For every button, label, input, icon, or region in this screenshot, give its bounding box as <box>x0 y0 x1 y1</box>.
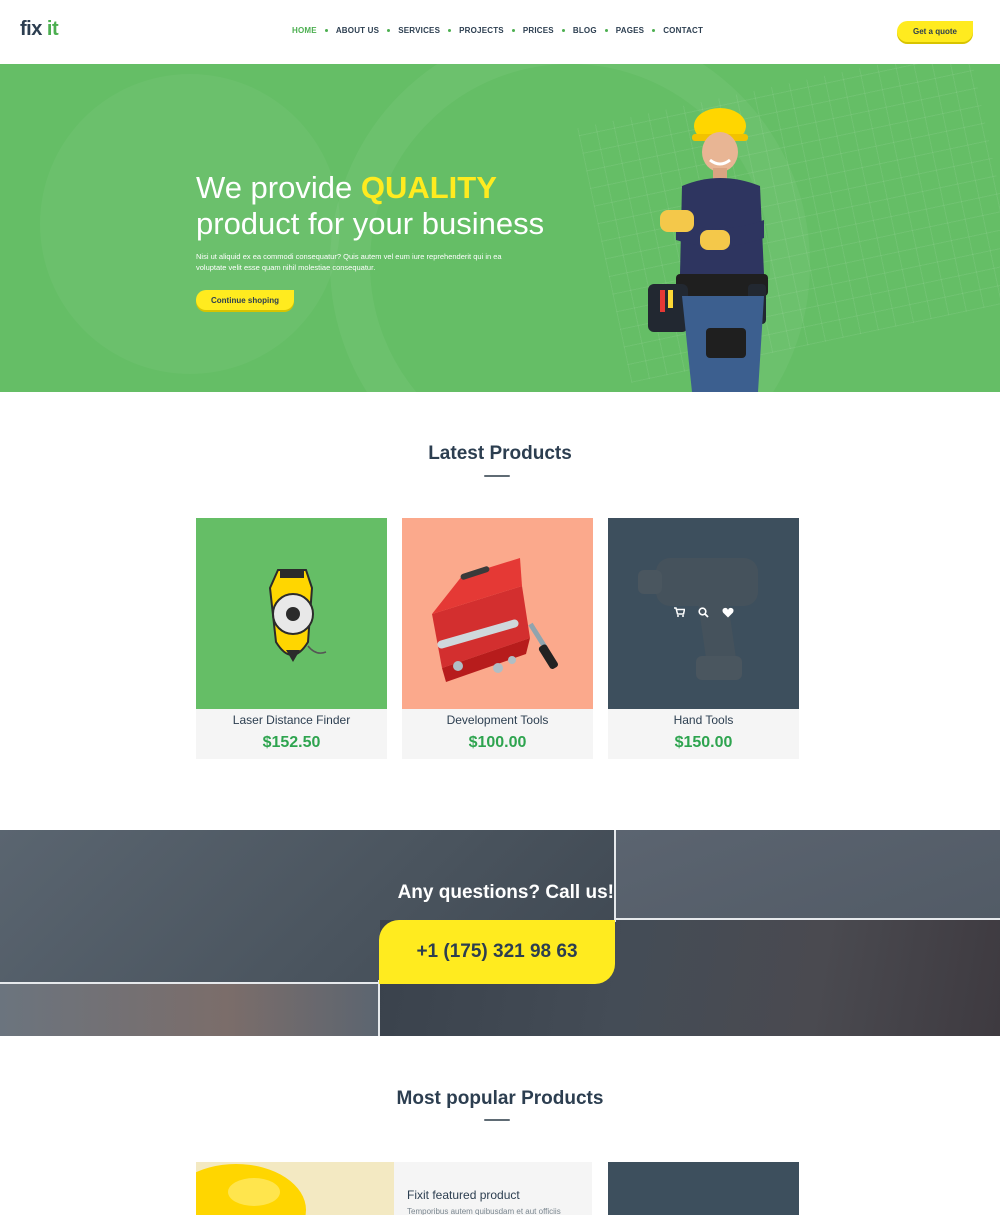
product-name[interactable]: Laser Distance Finder <box>196 713 387 727</box>
popular-products-title: Most popular Products <box>396 1088 604 1109</box>
nav-separator <box>511 29 515 32</box>
logo[interactable]: fix it <box>20 18 59 41</box>
popular-product-image[interactable] <box>608 1162 799 1215</box>
nav-pages[interactable]: PAGES <box>616 26 644 35</box>
logo-accent: it <box>46 18 59 40</box>
nav-separator <box>448 29 452 32</box>
product-image[interactable] <box>402 518 593 709</box>
call-heading: Any questions? Call us! <box>397 882 614 903</box>
tile-divider <box>614 830 616 922</box>
product-price: $152.50 <box>262 734 321 751</box>
section-underline <box>484 475 510 477</box>
main-nav: HOME ABOUT US SERVICES PROJECTS PRICES B… <box>292 26 703 35</box>
hero-banner: We provide QUALITY product for your busi… <box>0 64 1000 392</box>
product-name[interactable]: Hand Tools <box>608 713 799 727</box>
worker-illustration <box>648 108 768 392</box>
product-price: $100.00 <box>468 734 527 751</box>
nav-contact[interactable]: CONTACT <box>663 26 703 35</box>
heart-icon[interactable] <box>722 606 734 618</box>
logo-text: fix <box>20 18 47 40</box>
product-image[interactable] <box>608 518 799 709</box>
featured-product-image[interactable] <box>196 1162 394 1215</box>
phone-number-link[interactable]: +1 (175) 321 98 63 <box>379 920 615 984</box>
cart-icon[interactable] <box>674 606 686 618</box>
tile-divider <box>378 980 380 1036</box>
continue-shopping-button[interactable]: Continue shoping <box>196 290 294 310</box>
site-header: fix it HOME ABOUT US SERVICES PROJECTS P… <box>0 0 1000 64</box>
nav-about-us[interactable]: ABOUT US <box>336 26 379 35</box>
product-card[interactable]: Development Tools $100.00 <box>402 518 593 759</box>
call-us-banner: Any questions? Call us! +1 (175) 321 98 … <box>0 830 1000 1036</box>
nav-blog[interactable]: BLOG <box>573 26 597 35</box>
tile-divider <box>0 982 378 984</box>
nav-separator <box>387 29 391 32</box>
hero-description: Nisi ut aliquid ex ea commodi consequatu… <box>196 252 502 272</box>
nav-separator <box>604 29 608 32</box>
nav-separator <box>652 29 656 32</box>
featured-product-subtitle: Temporibus autem quibusdam et aut offici… <box>407 1207 561 1215</box>
section-underline <box>484 1119 510 1121</box>
product-price: $150.00 <box>674 734 733 751</box>
tile-divider <box>616 918 1000 920</box>
featured-product-title[interactable]: Fixit featured product <box>407 1188 520 1202</box>
hero-title-highlight: QUALITY <box>360 170 497 205</box>
latest-products-title: Latest Products <box>428 443 572 464</box>
product-card[interactable]: Laser Distance Finder $152.50 <box>196 518 387 759</box>
product-name[interactable]: Development Tools <box>402 713 593 727</box>
product-card[interactable]: Hand Tools $150.00 <box>608 518 799 759</box>
background-tile <box>616 830 1000 918</box>
tape-measure-image <box>268 569 327 662</box>
hero-title: We provide QUALITY product for your busi… <box>196 170 616 242</box>
get-quote-button[interactable]: Get a quote <box>897 21 973 42</box>
nav-separator <box>324 29 328 32</box>
hero-title-line2: product for your business <box>196 206 545 241</box>
nav-prices[interactable]: PRICES <box>523 26 554 35</box>
product-overlay-actions <box>608 606 799 618</box>
nav-separator <box>561 29 565 32</box>
toolbox-image <box>432 558 558 682</box>
nav-projects[interactable]: PROJECTS <box>459 26 504 35</box>
hard-hat-image <box>196 1162 394 1215</box>
nav-home[interactable]: HOME <box>292 26 317 35</box>
background-tile <box>0 984 378 1036</box>
product-image[interactable] <box>196 518 387 709</box>
search-icon[interactable] <box>698 606 710 618</box>
nav-services[interactable]: SERVICES <box>398 26 440 35</box>
hero-title-pre: We provide <box>196 170 361 205</box>
